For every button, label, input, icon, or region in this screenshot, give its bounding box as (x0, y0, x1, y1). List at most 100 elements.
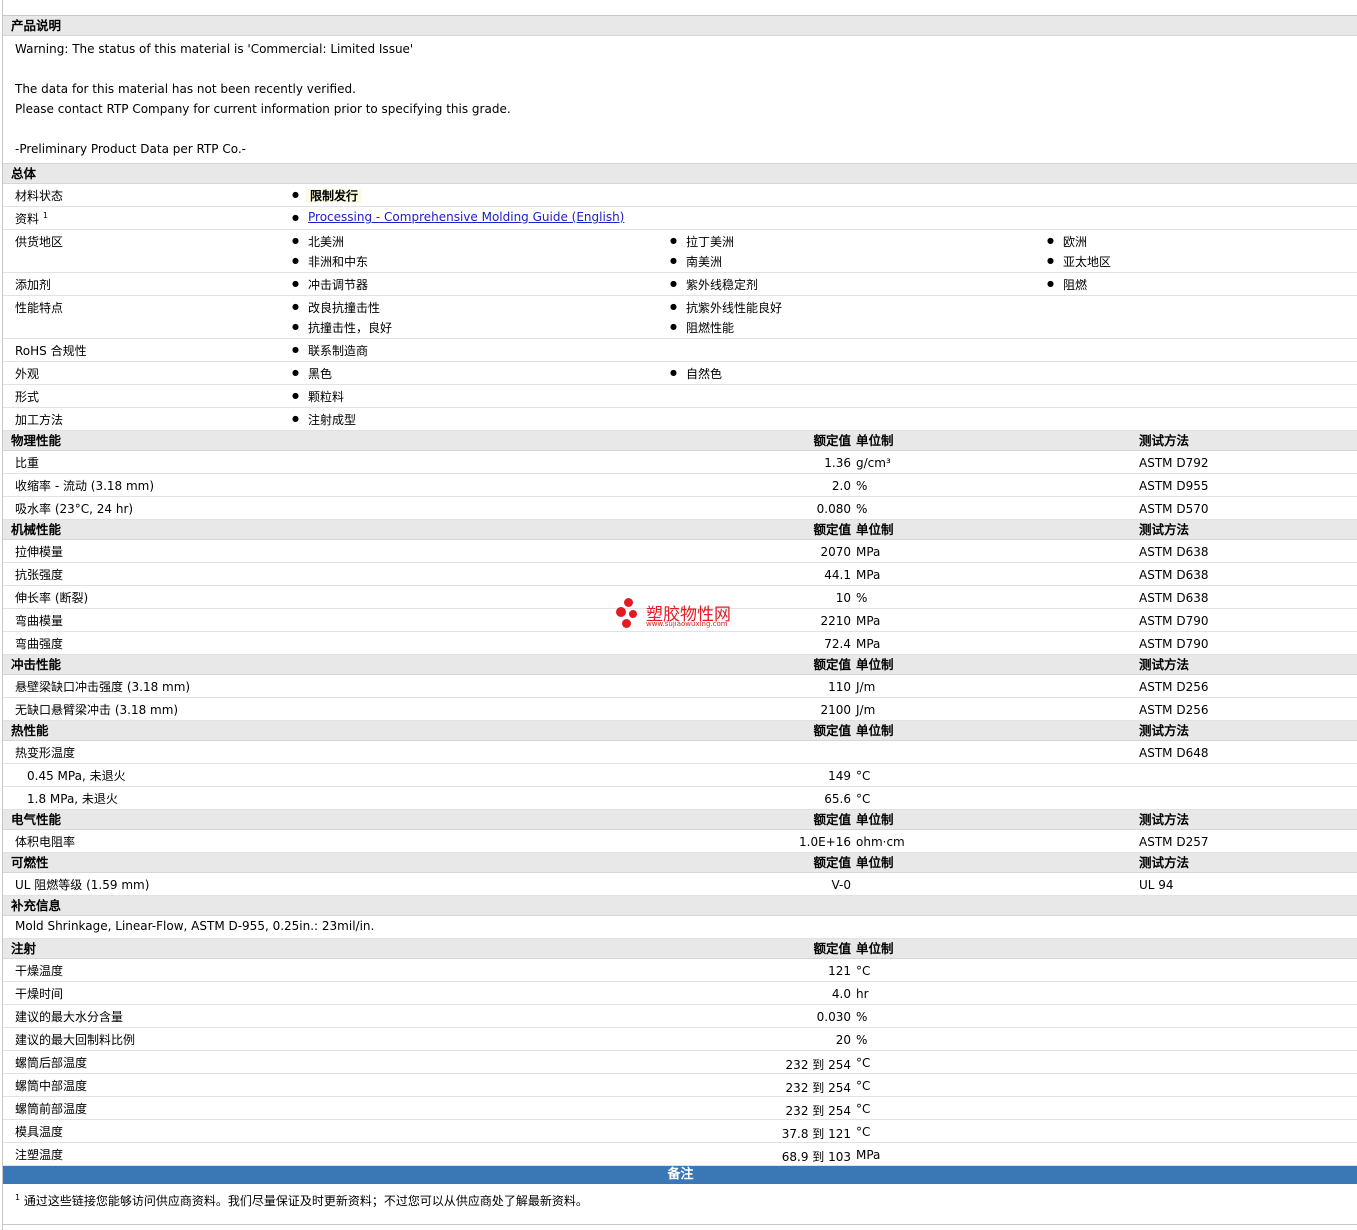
row-label: 无缺口悬臂梁冲击 (3.18 mm) (15, 703, 179, 717)
row-label: 伸长率 (断裂) (15, 591, 89, 605)
column-header-test: 测试方法 (1139, 812, 1190, 827)
table-row: 弯曲强度 72.4 MPa ASTM D790 (3, 632, 1357, 655)
table-row: 建议的最大水分含量 0.030% (3, 1005, 1357, 1028)
contact-line: Please contact RTP Company for current i… (15, 102, 511, 116)
processing-guide-link[interactable]: Processing - Comprehensive Molding Guide… (308, 210, 624, 224)
top-spacer (3, 0, 1357, 16)
table-row: 比重 1.36 g/cm³ ASTM D792 (3, 451, 1357, 474)
row-unit: °C (856, 1079, 871, 1093)
column-header-value: 额定值 (813, 812, 851, 827)
row-label: RoHS 合规性 (15, 344, 87, 358)
column-header-value: 额定值 (813, 941, 851, 956)
list-item: 欧洲 (1047, 233, 1087, 250)
row-label: 悬壁梁缺口冲击强度 (3.18 mm) (15, 680, 191, 694)
row-unit: ohm·cm (856, 835, 905, 849)
column-header-value: 额定值 (813, 433, 851, 448)
row-test-method: ASTM D792 (1139, 456, 1209, 470)
row-label: 模具温度 (15, 1125, 64, 1139)
row-label: 体积电阻率 (15, 835, 76, 849)
list-item: 联系制造商 (292, 342, 368, 359)
list-item: 黑色 (292, 365, 332, 382)
section-title: 补充信息 (11, 898, 62, 913)
section-title: 热性能 (11, 723, 49, 738)
row-label: 螺筒中部温度 (15, 1079, 88, 1093)
row-value: 149 (828, 769, 851, 783)
row-test-method: ASTM D648 (1139, 746, 1209, 760)
list-item: 紫外线稳定剂 (670, 276, 758, 293)
list-item: 改良抗撞击性 (292, 299, 380, 316)
row-value: 0.030 (816, 1010, 851, 1024)
row-value: 10 (835, 591, 851, 605)
row-test-method: ASTM D256 (1139, 703, 1209, 717)
row-label: 干燥时间 (15, 987, 64, 1001)
watermark-logo: 塑胶物性网 www.sujiaowuxing.com (614, 598, 754, 632)
row-label: 供货地区 (15, 235, 64, 249)
product-description: Warning: The status of this material is … (3, 36, 1357, 164)
table-row: 1.8 MPa, 未退火 65.6 °C (3, 787, 1357, 810)
row-unit: % (856, 479, 868, 493)
row-label: 0.45 MPa, 未退火 (27, 769, 126, 783)
column-header-value: 额定值 (813, 657, 851, 672)
row-appearance: 外观 黑色 自然色 (3, 362, 1357, 385)
section-header-impact: 冲击性能 额定值 单位制 测试方法 (3, 655, 1357, 675)
watermark-url: www.sujiaowuxing.com (646, 620, 728, 628)
table-row: 体积电阻率 1.0E+16 ohm·cm ASTM D257 (3, 830, 1357, 853)
table-row: 模具温度 37.8 到 121 °C (3, 1120, 1357, 1143)
row-unit: J/m (856, 680, 876, 694)
section-title: 机械性能 (11, 522, 62, 537)
row-unit: hr (856, 987, 869, 1001)
row-additives: 添加剂 冲击调节器 紫外线稳定剂 阻燃 (3, 273, 1357, 296)
notes-footnote: 1 通过这些链接您能够访问供应商资料。我们尽量保证及时更新资料；不过您可以从供应… (3, 1184, 1357, 1225)
row-unit: °C (856, 964, 871, 978)
row-label: 热变形温度 (15, 746, 76, 760)
row-test-method: ASTM D638 (1139, 568, 1209, 582)
column-header-value: 额定值 (813, 855, 851, 870)
row-value: 1.36 (824, 456, 851, 470)
row-test-method: ASTM D570 (1139, 502, 1209, 516)
row-unit: g/cm³ (856, 456, 891, 470)
section-title: 注射 (11, 941, 37, 956)
table-row: 建议的最大回制料比例 20% (3, 1028, 1357, 1051)
section-header-general: 总体 (3, 164, 1357, 184)
footnote-marker: 1 (15, 1193, 21, 1202)
list-item: 阻燃 (1047, 276, 1087, 293)
list-item: 颗粒料 (292, 388, 344, 405)
list-item: 抗紫外线性能良好 (670, 299, 782, 316)
supplement-text: Mold Shrinkage, Linear-Flow, ASTM D-955,… (15, 919, 375, 933)
row-label: 弯曲模量 (15, 614, 64, 628)
column-header-unit: 单位制 (856, 657, 894, 672)
section-title: 物理性能 (11, 433, 62, 448)
row-value: 72.4 (824, 637, 851, 651)
row-label: 形式 (15, 390, 40, 404)
section-header-mechanical: 机械性能 额定值 单位制 测试方法 (3, 520, 1357, 540)
column-header-value: 额定值 (813, 723, 851, 738)
row-label: 干燥温度 (15, 964, 64, 978)
column-header-unit: 单位制 (856, 941, 894, 956)
row-rohs: RoHS 合规性 联系制造商 (3, 339, 1357, 362)
row-docs: 资料 1 Processing - Comprehensive Molding … (3, 207, 1357, 230)
row-value: 37.8 到 121 (781, 1127, 851, 1141)
row-unit: % (856, 502, 868, 516)
row-label: 收缩率 - 流动 (3.18 mm) (15, 479, 155, 493)
footnote-text: 通过这些链接您能够访问供应商资料。我们尽量保证及时更新资料；不过您可以从供应商处… (23, 1194, 588, 1208)
row-value: 2070 (820, 545, 851, 559)
column-header-test: 测试方法 (1139, 855, 1190, 870)
row-unit: J/m (856, 703, 876, 717)
row-unit: MPa (856, 568, 881, 582)
table-row: 热变形温度 ASTM D648 (3, 741, 1357, 764)
row-value: 232 到 254 (785, 1058, 851, 1072)
list-item: 自然色 (670, 365, 722, 382)
section-title: 可燃性 (11, 855, 49, 870)
table-row: 0.45 MPa, 未退火 149 °C (3, 764, 1357, 787)
row-test-method: UL 94 (1139, 878, 1174, 892)
row-value: V-0 (831, 878, 851, 892)
row-test-method: ASTM D790 (1139, 637, 1209, 651)
row-label: 螺筒后部温度 (15, 1056, 88, 1070)
row-material-status: 材料状态 限制发行 (3, 184, 1357, 207)
row-label: UL 阻燃等级 (1.59 mm) (15, 878, 150, 892)
warning-line: Warning: The status of this material is … (15, 42, 414, 56)
column-header-value: 额定值 (813, 522, 851, 537)
row-method: 加工方法 注射成型 (3, 408, 1357, 431)
row-value: 110 (828, 680, 851, 694)
section-header-flammability: 可燃性 额定值 单位制 测试方法 (3, 853, 1357, 873)
